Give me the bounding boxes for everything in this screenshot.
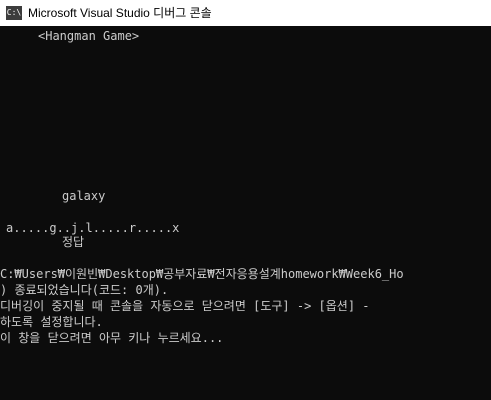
console-output[interactable]: <Hangman Game> galaxy a.....g..j.l.....r… bbox=[0, 26, 491, 400]
answer-word: galaxy bbox=[62, 189, 106, 203]
window-title: Microsoft Visual Studio 디버그 콘솔 bbox=[28, 6, 212, 20]
exit-path-line: C:₩Users₩이원빈₩Desktop₩공부자료₩전자응용설계homework… bbox=[0, 267, 404, 281]
exit-code-line: ) 종료되었습니다(코드: 0개). bbox=[0, 283, 169, 297]
guessed-letters: a.....g..j.l.....r.....x bbox=[6, 221, 180, 235]
game-title: <Hangman Game> bbox=[38, 29, 140, 43]
auto-close-hint-line-1: 디버깅이 중지될 때 콘솔을 자동으로 닫으려면 [도구] -> [옵션] - bbox=[0, 299, 370, 313]
console-app-icon: C:\ bbox=[6, 6, 22, 20]
auto-close-hint-line-2: 하도록 설정합니다. bbox=[0, 315, 103, 329]
press-any-key-line: 이 창을 닫으려면 아무 키나 누르세요... bbox=[0, 331, 224, 345]
title-bar[interactable]: C:\ Microsoft Visual Studio 디버그 콘솔 bbox=[0, 0, 491, 26]
console-window[interactable]: C:\ Microsoft Visual Studio 디버그 콘솔 <Hang… bbox=[0, 0, 491, 400]
answer-label: 정답 bbox=[62, 235, 85, 249]
